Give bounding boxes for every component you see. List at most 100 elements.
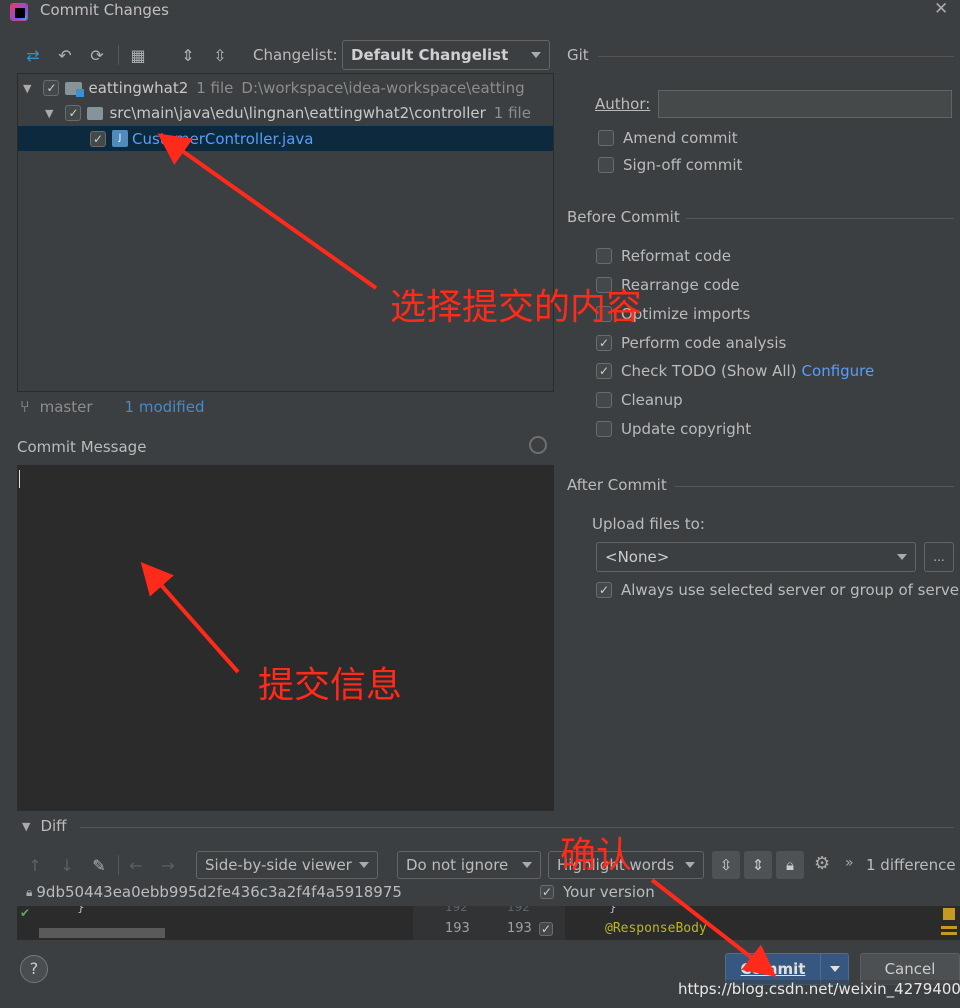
annotation-select: 选择提交的内容: [390, 287, 643, 328]
error-stripe-line: [941, 926, 957, 929]
next-diff-icon[interactable]: ↓: [56, 854, 78, 876]
upload-server-dropdown[interactable]: <None>: [596, 542, 916, 572]
left-revision: 🔒︎ 9db50443ea0ebb995d2fe436c3a2f4f4a5918…: [26, 883, 402, 901]
collapse-all-icon[interactable]: ⇳: [209, 44, 231, 66]
prev-diff-icon[interactable]: ↑: [24, 854, 46, 876]
help-button[interactable]: ?: [20, 955, 48, 983]
check-todo-option[interactable]: ✓ Check TODO (Show All) Configure: [596, 362, 874, 380]
tree-root-count: 1 file: [196, 79, 234, 97]
commit-toolbar: ⇄ ↶ ⟳ ▦ ⇕ ⇳: [22, 42, 231, 68]
expand-icon[interactable]: ▼: [23, 82, 31, 95]
tree-row-root[interactable]: ▼ ✓ eattingwhat2 1 file D:\workspace\ide…: [18, 76, 553, 100]
checkbox-root[interactable]: ✓: [43, 80, 60, 96]
todo-checkbox[interactable]: ✓: [596, 363, 612, 379]
browse-servers-button[interactable]: ...: [924, 542, 954, 572]
lock-icon[interactable]: 🔒︎: [776, 851, 804, 879]
include-checkbox[interactable]: ✓: [540, 885, 554, 899]
branch-icon: ⑂: [20, 397, 30, 416]
refresh-icon[interactable]: ⟳: [86, 44, 108, 66]
history-icon[interactable]: [529, 436, 547, 454]
annotation-message: 提交信息: [258, 665, 403, 706]
before-commit-header: Before Commit: [567, 208, 680, 226]
always-use-server-option[interactable]: ✓ Always use selected server or group of …: [596, 581, 960, 599]
author-field[interactable]: [658, 90, 952, 118]
annotation-confirm: 确认: [560, 835, 633, 876]
tree-row-folder[interactable]: ▼ ✓ src\main\java\edu\lingnan\eattingwha…: [18, 101, 553, 125]
error-stripe-marker: [943, 908, 955, 920]
expand-all-icon[interactable]: ⇕: [177, 44, 199, 66]
code-prev-left: }: [77, 906, 85, 914]
lock-icon: 🔒︎: [26, 884, 33, 899]
commit-message-input[interactable]: [17, 465, 554, 811]
signoff-commit-option[interactable]: Sign-off commit: [598, 156, 742, 174]
module-folder-icon: [65, 81, 85, 97]
copyright-option[interactable]: Update copyright: [596, 420, 751, 438]
rollback-icon[interactable]: ↶: [54, 44, 76, 66]
tree-root-name: eattingwhat2: [88, 79, 189, 97]
line-number-right: 193: [507, 921, 532, 936]
difference-count: 1 difference: [866, 856, 956, 874]
upload-server-value: <None>: [605, 548, 670, 566]
code-analysis-option[interactable]: ✓ Perform code analysis: [596, 334, 786, 352]
modified-link[interactable]: 1 modified: [125, 398, 205, 416]
chevron-down-icon: [359, 862, 369, 868]
todo-label: Check TODO (Show All): [621, 362, 797, 380]
cancel-label: Cancel: [884, 960, 936, 978]
cleanup-checkbox[interactable]: [596, 392, 612, 408]
chevron-down-icon[interactable]: [830, 966, 840, 972]
forward-icon[interactable]: →: [157, 854, 179, 876]
checkbox-file[interactable]: ✓: [90, 130, 106, 147]
reformat-option[interactable]: Reformat code: [596, 247, 731, 265]
viewer-dropdown[interactable]: Side-by-side viewer: [196, 851, 378, 879]
cleanup-option[interactable]: Cleanup: [596, 391, 683, 409]
right-version-label: Your version: [563, 883, 655, 901]
diff-toolbar: ↑ ↓ ✎ ← →: [24, 853, 179, 877]
configure-link[interactable]: Configure: [802, 362, 875, 380]
error-stripe-line: [941, 932, 957, 935]
collapse-unchanged-icon[interactable]: ⇳: [712, 851, 740, 879]
settings-gear-icon[interactable]: ⚙: [814, 853, 830, 874]
code-line-right: @ResponseBody: [605, 921, 707, 936]
changelist-dropdown[interactable]: Default Changelist: [342, 40, 550, 70]
branch-name: master: [39, 397, 93, 416]
expand-icon[interactable]: ▼: [45, 107, 53, 120]
folder-icon: [87, 106, 104, 120]
right-revision: ✓ Your version: [540, 883, 655, 901]
collapse-icon[interactable]: ▼: [22, 820, 30, 833]
amend-commit-option[interactable]: Amend commit: [598, 129, 738, 147]
watermark: https://blog.csdn.net/weixin_42794008: [678, 980, 960, 998]
sync-scroll-icon[interactable]: ⇕: [744, 851, 772, 879]
diff-viewer[interactable]: ✔ } 192 192 193 193 ✓ } @ResponseBody: [17, 906, 960, 940]
tree-row-file[interactable]: ✓ J CustomerController.java: [18, 126, 553, 151]
edit-icon[interactable]: ✎: [88, 854, 110, 876]
more-icon[interactable]: »: [845, 855, 854, 871]
author-label: Author:: [595, 95, 651, 113]
line-include-checkbox[interactable]: ✓: [539, 922, 553, 936]
amend-checkbox[interactable]: [598, 130, 614, 146]
checkbox-folder[interactable]: ✓: [65, 105, 82, 121]
signoff-label: Sign-off commit: [623, 156, 743, 174]
code-prev-right: }: [609, 906, 617, 914]
copyright-checkbox[interactable]: [596, 421, 612, 437]
divider: [686, 218, 954, 219]
cleanup-label: Cleanup: [621, 391, 683, 409]
divider: [598, 56, 954, 57]
reformat-checkbox[interactable]: [596, 248, 612, 264]
back-icon[interactable]: ←: [125, 854, 147, 876]
amend-label: Amend commit: [623, 129, 738, 147]
app-icon: [10, 3, 28, 21]
ignore-dropdown[interactable]: Do not ignore: [397, 851, 541, 879]
signoff-checkbox[interactable]: [598, 157, 614, 173]
close-icon[interactable]: ✕: [934, 0, 948, 19]
show-diff-icon[interactable]: ⇄: [22, 44, 44, 66]
chevron-down-icon: [685, 862, 695, 868]
java-class-icon: J: [112, 130, 128, 147]
commit-message-label: Commit Message: [17, 438, 147, 456]
changelist-label: Changelist:: [253, 46, 338, 64]
group-by-icon[interactable]: ▦: [127, 44, 149, 66]
line-number-left: 193: [445, 921, 470, 936]
analysis-checkbox[interactable]: ✓: [596, 335, 612, 351]
text-cursor: [19, 470, 20, 488]
always-checkbox[interactable]: ✓: [596, 582, 612, 598]
diff-header[interactable]: ▼ Diff: [22, 817, 67, 835]
